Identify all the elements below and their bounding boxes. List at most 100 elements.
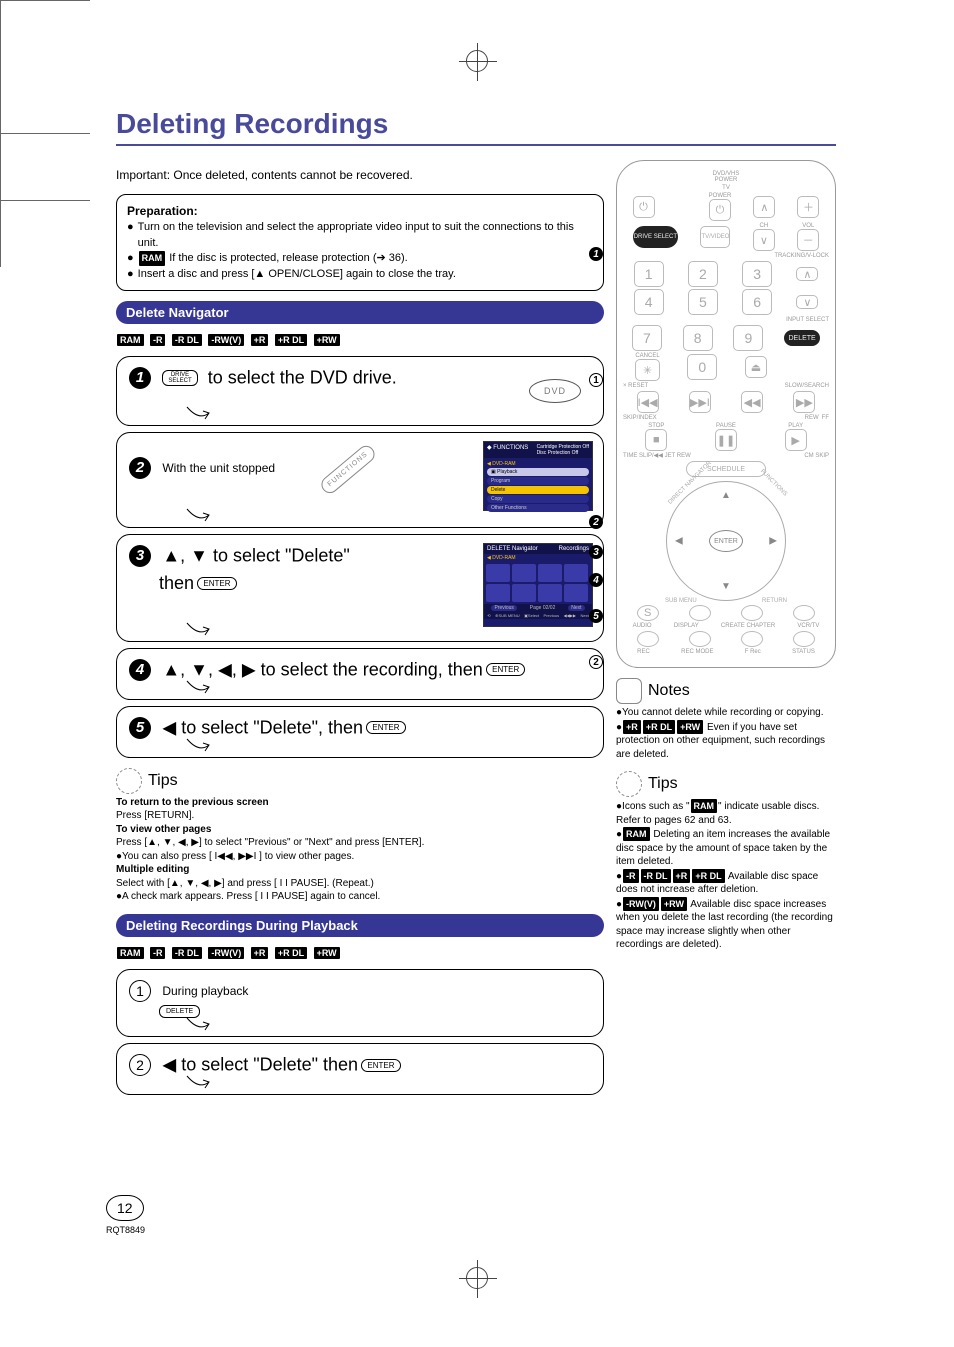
disc-badge: -RW(V) xyxy=(208,947,244,959)
disc-badge: +R xyxy=(623,720,641,734)
step-number-icon: 4 xyxy=(129,659,151,681)
num-8: 8 xyxy=(683,325,713,351)
disc-badge: -R DL xyxy=(641,869,671,883)
blank-button xyxy=(689,605,711,621)
disc-badge: +R xyxy=(251,947,269,959)
crop-mark xyxy=(0,133,90,134)
tips-icon xyxy=(116,768,142,794)
swoosh-icon xyxy=(185,507,211,529)
step-number-icon: 1 xyxy=(129,367,151,389)
step-5-text: ◀ to select "Delete", then xyxy=(162,717,363,737)
callout-4: 4 xyxy=(589,573,603,587)
step-2-text: With the unit stopped xyxy=(162,461,275,475)
tips-heading: Tips xyxy=(116,768,604,794)
vol-up-button: ＋ xyxy=(797,196,819,218)
functions-menu-thumbnail: ◆ FUNCTIONSCartridge Protection OffDisc … xyxy=(483,441,593,511)
swoosh-icon xyxy=(185,679,211,701)
tv-power-button: ⏻ xyxy=(709,199,732,221)
section-header-during-playback: Deleting Recordings During Playback xyxy=(116,914,604,937)
disc-badge: +R DL xyxy=(643,720,675,734)
disc-badge: -R DL xyxy=(172,947,202,959)
callout-5: 5 xyxy=(589,609,603,623)
registration-mark xyxy=(452,1267,502,1297)
step-number-icon: 5 xyxy=(129,717,151,739)
notes-body: ●You cannot delete while recording or co… xyxy=(616,706,836,761)
tips-icon xyxy=(616,771,642,797)
swoosh-icon xyxy=(185,1016,211,1038)
enter-button: ENTER xyxy=(709,530,743,552)
swoosh-icon xyxy=(185,621,211,643)
tips-body: To return to the previous screen Press [… xyxy=(116,796,604,904)
ff-button: ▶▶ xyxy=(793,391,815,413)
playback-step-1-box: 1 During playback DELETE xyxy=(116,969,604,1037)
side-column: 1 1 2 3 4 5 2 DVD/VHS POWER TV ⏻ xyxy=(616,160,836,1101)
enter-key-icon: ENTER xyxy=(366,721,405,734)
pause-button: ❚❚ xyxy=(715,429,737,451)
page-number: 12 RQT8849 xyxy=(106,1195,145,1235)
num-1: 1 xyxy=(634,261,664,287)
skip-prev-button: I◀◀ xyxy=(637,391,659,413)
disc-badges-row: RAM -R -R DL -RW(V) +R +R DL +RW xyxy=(116,330,604,348)
disc-badge: -R xyxy=(150,334,166,346)
drive-select-key: DRIVE SELECT xyxy=(162,370,197,386)
step-5-box: 5 ◀ to select "Delete", then ENTER xyxy=(116,706,604,758)
playback-step-2-box: 2 ◀ to select "Delete" then ENTER xyxy=(116,1043,604,1095)
blank-button xyxy=(793,605,815,621)
rew-button: ◀◀ xyxy=(741,391,763,413)
callout-3: 3 xyxy=(589,545,603,559)
step-2-box: 2 With the unit stopped FUNCTIONS ◆ FUNC… xyxy=(116,432,604,528)
bottom-button xyxy=(637,631,659,647)
main-column: Important: Once deleted, contents cannot… xyxy=(116,160,604,1101)
disc-badge: RAM xyxy=(691,799,718,813)
swoosh-icon xyxy=(185,1074,211,1096)
callout-2: 2 xyxy=(589,515,603,529)
disc-badge: +RW xyxy=(314,947,340,959)
page-title: Deleting Recordings xyxy=(116,108,836,146)
preparation-box: Preparation: ●Turn on the television and… xyxy=(116,194,604,291)
disc-badge: +RW xyxy=(661,897,687,911)
disc-badge: -RW(V) xyxy=(623,897,659,911)
swoosh-icon xyxy=(185,737,211,759)
disc-badge: +R DL xyxy=(275,947,307,959)
dvd-indicator: DVD xyxy=(529,379,581,403)
enter-key-icon: ENTER xyxy=(197,577,236,590)
disc-badge: +R xyxy=(673,869,691,883)
d-pad: DIRECT NAVIGATOR FUNCTIONS ▲▼◀▶ ENTER SU… xyxy=(666,481,786,601)
bottom-button xyxy=(741,631,763,647)
disc-badge: +RW xyxy=(677,720,703,734)
ram-badge: RAM xyxy=(139,251,166,266)
callout-1: 1 xyxy=(589,247,603,261)
manual-page: Deleting Recordings Important: Once dele… xyxy=(0,0,954,1347)
disc-badge: RAM xyxy=(117,334,144,346)
registration-mark xyxy=(452,50,502,80)
s-button: S xyxy=(637,605,659,621)
delete-button: DELETE xyxy=(784,330,820,346)
vol-down-button: － xyxy=(797,229,819,251)
step-4-text: ▲, ▼, ◀, ▶ to select the recording, then xyxy=(162,659,482,679)
num-0: 0 xyxy=(687,354,717,380)
bottom-button xyxy=(689,631,711,647)
num-3: 3 xyxy=(742,261,772,287)
disc-badge: -RW(V) xyxy=(208,334,244,346)
num-2: 2 xyxy=(688,261,718,287)
num-6: 6 xyxy=(742,289,772,315)
play-button: ▶ xyxy=(785,429,807,451)
num-4: 4 xyxy=(634,289,664,315)
step-1-box: 1 DRIVE SELECT to select the DVD drive. … xyxy=(116,356,604,426)
tracking-up: ∧ xyxy=(796,267,818,281)
step-4-box: 4 ▲, ▼, ◀, ▶ to select the recording, th… xyxy=(116,648,604,700)
skip-next-button: ▶▶I xyxy=(689,391,711,413)
swoosh-icon xyxy=(185,405,211,427)
callout-circle-2: 2 xyxy=(589,655,603,669)
tips-label: Tips xyxy=(148,772,178,790)
doc-code: RQT8849 xyxy=(106,1225,145,1235)
num-7: 7 xyxy=(632,325,662,351)
disc-badge: +R xyxy=(251,334,269,346)
disc-badge: +R DL xyxy=(692,869,724,883)
callout-circle-1: 1 xyxy=(589,373,603,387)
disc-badge: -R xyxy=(150,947,166,959)
important-note: Important: Once deleted, contents cannot… xyxy=(116,168,604,182)
step-number-icon: 2 xyxy=(129,457,151,479)
ch-down-button: ∨ xyxy=(753,229,775,251)
step-3-text-line1: ▲, ▼ to select "Delete" xyxy=(162,545,349,565)
